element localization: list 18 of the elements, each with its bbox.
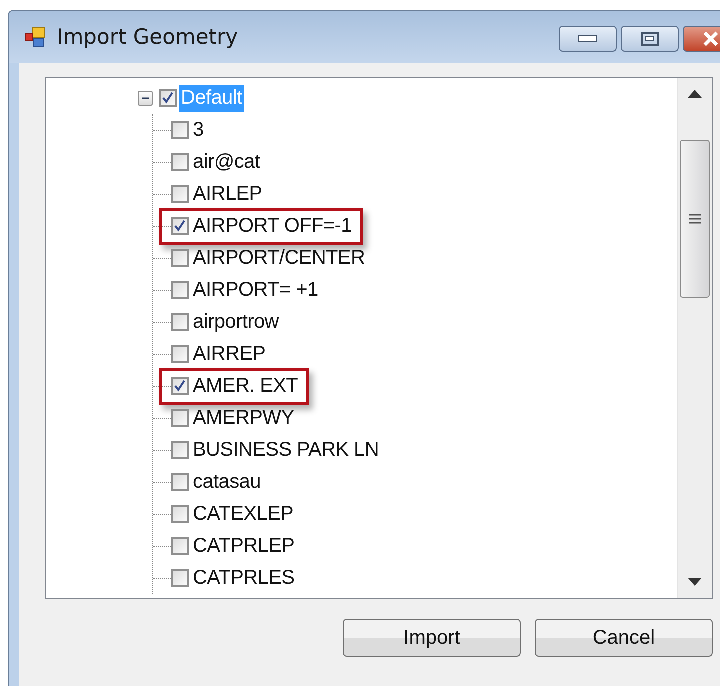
dialog-button[interactable]: Import — [343, 619, 521, 657]
tree-item[interactable]: AIRREP — [191, 340, 268, 368]
tree-item[interactable]: CATPRLES — [191, 564, 297, 592]
tree-item[interactable]: AMERPWY — [191, 404, 296, 432]
tree-item[interactable]: air@cat — [191, 148, 262, 176]
dialog-button[interactable]: Cancel — [535, 619, 713, 657]
tree-item[interactable]: CATEXLEP — [191, 500, 296, 528]
window-title: Import Geometry — [57, 25, 238, 49]
tree-item[interactable]: AIRPORT OFF=-1 — [191, 212, 354, 240]
tree-item[interactable]: catasau — [191, 468, 263, 496]
tree-item[interactable]: CATPRLEP — [191, 532, 297, 560]
tree-item[interactable]: AMER. EXT — [191, 372, 300, 400]
tree-item[interactable]: AIRPORT= +1 — [191, 276, 320, 304]
tree-item[interactable]: BUSINESS PARK LN — [191, 436, 382, 464]
tree-item[interactable]: AIRLEP — [191, 180, 264, 208]
tree-item[interactable]: AIRPORT/CENTER — [191, 244, 368, 272]
tree-item[interactable]: 3 — [191, 116, 206, 144]
tree-item[interactable]: airportrow — [191, 308, 281, 336]
